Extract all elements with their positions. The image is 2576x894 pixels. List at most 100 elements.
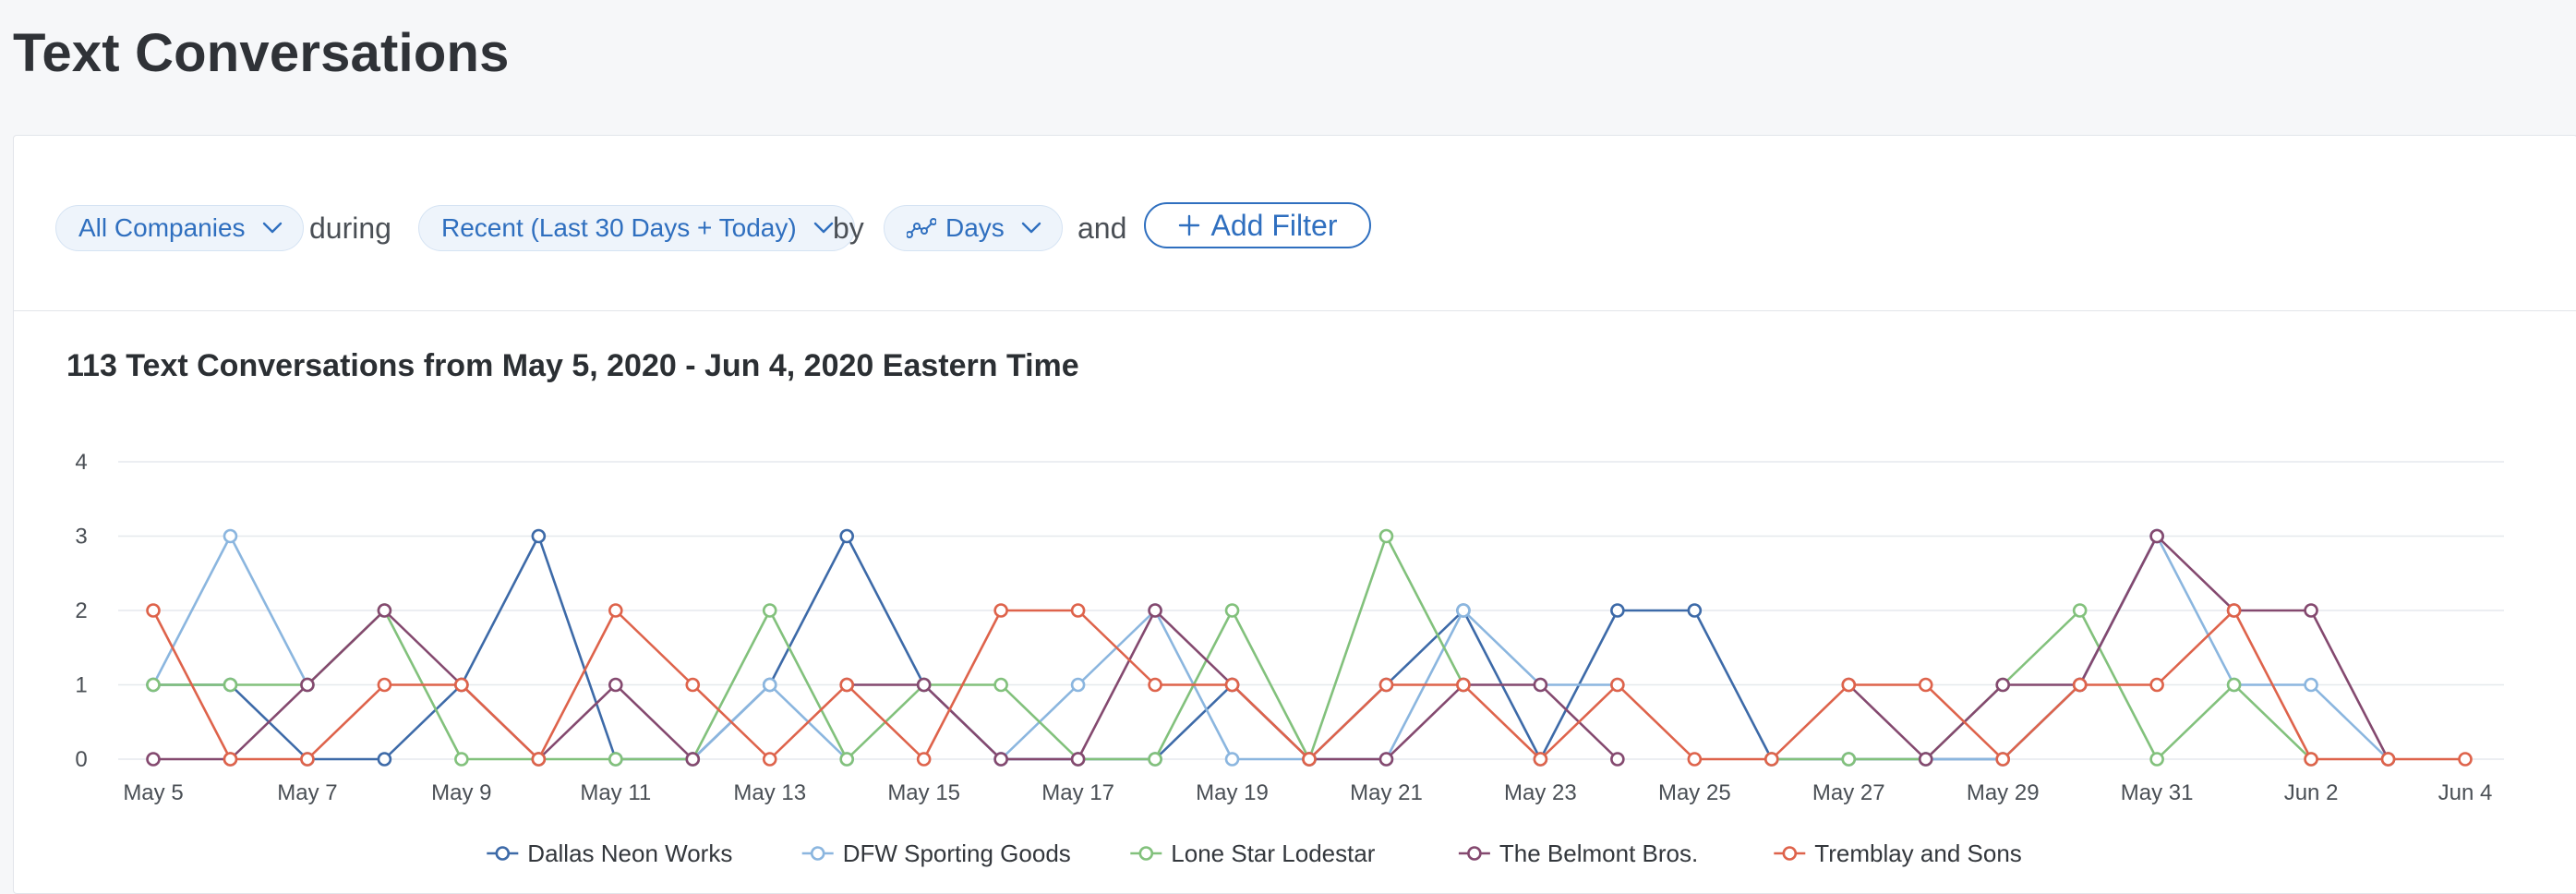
y-tick-label: 4	[75, 450, 87, 475]
data-point	[1224, 677, 1240, 693]
data-point	[223, 528, 238, 544]
legend-label: DFW Sporting Goods	[843, 840, 1071, 867]
data-point	[1918, 677, 1933, 693]
data-point	[608, 752, 623, 767]
data-point	[1841, 677, 1857, 693]
data-point	[685, 677, 701, 693]
legend-swatch-marker	[810, 846, 825, 861]
x-tick-label: May 5	[123, 780, 183, 805]
data-point	[1456, 603, 1471, 618]
data-point	[1918, 752, 1933, 767]
data-point	[916, 677, 932, 693]
data-point	[454, 752, 469, 767]
data-point	[2304, 603, 2318, 618]
data-point	[1224, 603, 1240, 618]
legend-swatch-marker	[1467, 846, 1482, 861]
legend-swatch-marker	[1138, 846, 1154, 861]
legend-item: The Belmont Bros.	[1458, 840, 1698, 867]
data-point	[762, 603, 777, 618]
series-line	[1925, 535, 2389, 761]
x-tick-label: May 9	[431, 780, 491, 805]
x-tick-label: May 27	[1812, 780, 1885, 805]
legend-swatch-marker	[495, 846, 511, 861]
data-point	[2458, 752, 2473, 767]
data-point	[1070, 752, 1086, 767]
data-point	[1148, 603, 1162, 618]
data-point	[377, 603, 392, 618]
data-point	[377, 752, 392, 767]
data-point	[531, 752, 547, 767]
x-tick-label: May 7	[277, 780, 337, 805]
data-point	[1764, 752, 1779, 767]
data-point	[1995, 677, 2010, 693]
data-point	[454, 677, 469, 693]
data-point	[608, 603, 623, 618]
legend-swatch-marker	[1782, 846, 1798, 861]
legend-label: The Belmont Bros.	[1499, 840, 1698, 867]
x-tick-label: May 31	[2121, 780, 2194, 805]
data-point	[2226, 603, 2242, 618]
y-tick-label: 0	[75, 747, 87, 772]
data-point	[2072, 677, 2088, 693]
line-chart: 0 1 2 3 4 May 5 May 7 May 9 May 11 May 13 May 15 Ma…	[75, 450, 2504, 867]
legend-label: Tremblay and Sons	[1814, 840, 2021, 867]
legend-item: Dallas Neon Works	[487, 840, 732, 867]
series-line	[1848, 535, 2389, 761]
data-point	[146, 752, 161, 767]
legend-item: Tremblay and Sons	[1774, 840, 2022, 867]
data-point	[1302, 752, 1317, 767]
data-point	[1687, 603, 1703, 618]
data-point	[608, 677, 623, 693]
data-point	[2226, 677, 2242, 693]
x-tick-label: Jun 2	[2284, 780, 2339, 805]
data-point	[531, 528, 547, 544]
y-tick-label: 1	[75, 673, 87, 698]
data-point	[1224, 752, 1240, 767]
series-line	[153, 535, 1465, 761]
y-tick-label: 2	[75, 598, 87, 623]
x-tick-label: May 11	[580, 780, 651, 805]
data-point	[1148, 677, 1162, 693]
data-point	[300, 752, 315, 767]
data-point	[223, 752, 238, 767]
data-point	[839, 752, 855, 767]
data-point	[1533, 677, 1548, 693]
legend-label: Lone Star Lodestar	[1171, 840, 1375, 867]
data-point	[1687, 752, 1703, 767]
data-point	[685, 752, 701, 767]
y-tick-label: 3	[75, 525, 87, 550]
data-point	[2304, 677, 2318, 693]
data-point	[2149, 528, 2164, 544]
data-point	[1378, 677, 1394, 693]
data-point	[916, 752, 932, 767]
legend-label: Dallas Neon Works	[527, 840, 732, 867]
data-point	[146, 677, 161, 693]
x-tick-label: May 25	[1658, 780, 1731, 805]
x-tick-label: May 29	[1967, 780, 2040, 805]
data-point	[223, 677, 238, 693]
data-point	[1610, 752, 1625, 767]
legend-item: Lone Star Lodestar	[1130, 840, 1376, 867]
data-point	[300, 677, 315, 693]
x-tick-label: May 17	[1041, 780, 1114, 805]
data-point	[1610, 677, 1625, 693]
data-point	[2072, 603, 2088, 618]
data-point	[146, 603, 161, 618]
data-point	[1070, 603, 1086, 618]
data-point	[1456, 677, 1471, 693]
data-point	[1610, 603, 1625, 618]
data-point	[1378, 528, 1394, 544]
data-point	[2149, 677, 2164, 693]
data-point	[1070, 677, 1086, 693]
data-point	[839, 677, 855, 693]
series-line	[153, 535, 2159, 761]
data-point	[993, 603, 1008, 618]
data-point	[762, 752, 777, 767]
x-tick-label: May 19	[1196, 780, 1269, 805]
x-tick-label: May 21	[1350, 780, 1423, 805]
data-point	[2380, 752, 2396, 767]
data-point	[993, 752, 1008, 767]
x-tick-label: Jun 4	[2438, 780, 2493, 805]
data-point	[762, 677, 777, 693]
data-point	[1995, 752, 2010, 767]
